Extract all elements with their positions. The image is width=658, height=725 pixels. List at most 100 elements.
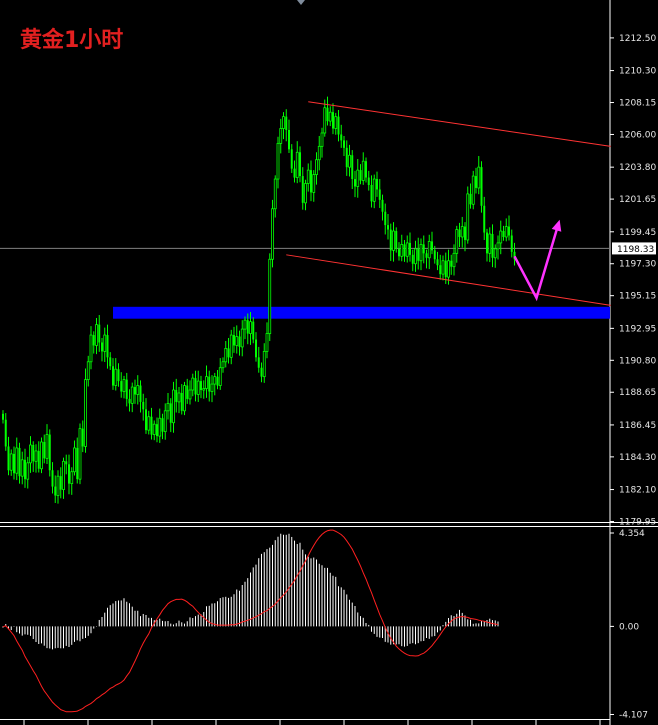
candle-body-down: [480, 167, 483, 206]
candle-body-up: [295, 151, 299, 178]
candle-body-up: [56, 475, 60, 496]
candle-body-up: [62, 460, 65, 490]
candle-body-down: [326, 107, 329, 122]
candle-body-down: [76, 447, 79, 480]
price-tick-label: 1210.30: [619, 67, 656, 77]
candle-body-down: [464, 226, 466, 240]
candle-body-up: [488, 233, 492, 254]
candle-body-up: [183, 385, 186, 412]
candle-body-down: [227, 348, 230, 358]
price-tick-label: 1197.30: [619, 260, 656, 270]
candle-body-down: [200, 381, 202, 391]
candle-body-down: [255, 339, 257, 358]
candle-body-up: [348, 154, 351, 168]
candle-body-up: [477, 166, 481, 189]
candle-body-up: [328, 111, 332, 122]
candle-body-up: [405, 242, 409, 257]
candle-body-up: [493, 248, 497, 259]
candle-body-up: [73, 447, 76, 473]
price-tick-label: 1192.95: [619, 324, 656, 334]
candle-body-up: [447, 260, 450, 278]
candle-body-down: [120, 381, 123, 392]
candle-body-up: [20, 459, 24, 477]
candle-body-down: [65, 461, 68, 465]
candle-body-up: [268, 258, 272, 334]
candle-body-up: [158, 417, 162, 437]
gold-1h-chart: 1212.50 1210.30 1208.15 1206.00 1203.80 1201.…: [0, 0, 658, 725]
candle-body-down: [422, 244, 425, 254]
candle-body-down: [48, 434, 51, 471]
candle-body-down: [194, 378, 197, 395]
candle-body-down: [288, 130, 290, 150]
candle-body-up: [504, 226, 508, 238]
candle-body-up: [419, 244, 423, 262]
candle-body-down: [433, 250, 436, 260]
candle-body-down: [409, 242, 411, 255]
candle-body-up: [136, 385, 140, 395]
macd-tick-label: -4.107: [619, 711, 648, 721]
candle-body-down: [285, 116, 288, 131]
candle-body-down: [469, 193, 472, 205]
price-tick-label: 1179.95: [619, 518, 656, 528]
candle-body-down: [450, 260, 453, 267]
candle-body-down: [502, 231, 505, 237]
price-tick-label: 1203.80: [619, 163, 656, 173]
macd-tick-label: 4.354: [619, 529, 645, 539]
candle-body-down: [43, 442, 46, 459]
candle-body-down: [483, 205, 486, 233]
price-tick-label: 1190.80: [619, 356, 656, 366]
candle-body-down: [161, 418, 164, 432]
candle-body-up: [235, 336, 239, 346]
candle-body-down: [376, 179, 378, 190]
price-tick-label: 1201.65: [619, 195, 656, 205]
candle-body-up: [152, 423, 156, 435]
candle-body-up: [196, 380, 200, 395]
candle-body-up: [315, 159, 318, 175]
candle-body-down: [180, 392, 183, 411]
candle-body-up: [499, 230, 503, 244]
candle-body-up: [86, 361, 90, 381]
candle-body-down: [109, 357, 112, 367]
candle-body-up: [243, 319, 247, 330]
candle-body-down: [252, 321, 255, 340]
candle-body-down: [134, 387, 136, 395]
candle-body-up: [89, 334, 93, 363]
candle-body-up: [265, 333, 269, 352]
candle-body-down: [337, 116, 340, 135]
candle-body-down: [475, 176, 477, 188]
candle-body-up: [221, 361, 225, 369]
candle-body-down: [351, 155, 354, 180]
candle-body-down: [54, 486, 57, 496]
candle-body-up: [205, 376, 208, 389]
candle-body-down: [345, 147, 348, 168]
candle-body-down: [340, 134, 343, 141]
candle-body-down: [301, 176, 304, 203]
candle-body-down: [257, 357, 260, 368]
candle-body-up: [317, 145, 321, 161]
candle-body-up: [45, 434, 49, 459]
price-tick-label: 1188.65: [619, 388, 656, 398]
candle-body-down: [260, 367, 263, 377]
candle-body-down: [444, 260, 447, 278]
candle-body-up: [191, 377, 195, 391]
candle-body-down: [395, 231, 398, 249]
candle-body-down: [128, 398, 131, 404]
candle-body-up: [471, 175, 475, 205]
candle-body-down: [299, 152, 301, 177]
candle-body-up: [224, 348, 228, 363]
candle-body-down: [359, 170, 362, 181]
candle-body-up: [271, 208, 274, 260]
candle-body-down: [381, 199, 384, 212]
candle-body-up: [496, 242, 500, 250]
price-tick-label: 1186.45: [619, 421, 656, 431]
candle-body-down: [417, 248, 420, 261]
candle-body-up: [392, 230, 395, 251]
candle-body-up: [455, 229, 459, 254]
candle-body-up: [323, 107, 327, 134]
candle-body-up: [320, 132, 324, 147]
candle-body-down: [106, 335, 109, 358]
candle-body-down: [150, 416, 153, 435]
candle-body-up: [163, 410, 167, 433]
candle-body-up: [40, 441, 43, 470]
candle-body-down: [92, 335, 95, 346]
